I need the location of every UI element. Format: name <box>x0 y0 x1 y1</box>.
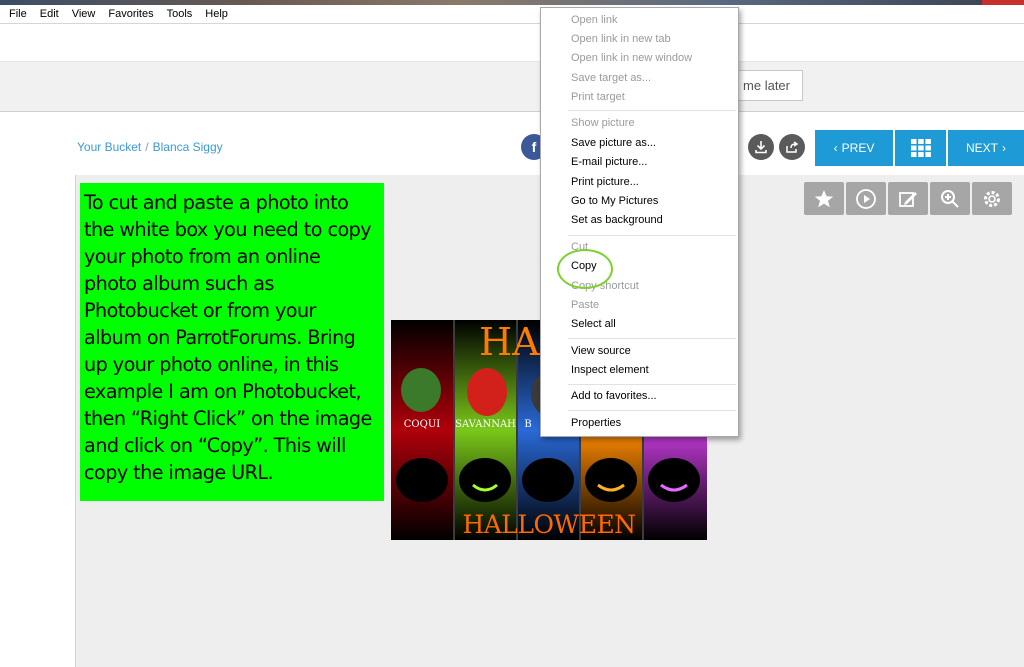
menu-favorites[interactable]: Favorites <box>108 8 153 20</box>
star-icon <box>814 189 834 207</box>
edit-button[interactable] <box>888 182 928 215</box>
image-bottom-title: HALLOWEEN <box>462 510 636 539</box>
next-button[interactable]: NEXT › <box>948 130 1024 166</box>
menu-item-save-target: Save target as... <box>571 72 652 84</box>
note-line: example I am on Photobucket, <box>84 380 362 403</box>
image-name-label: SAVANNAH <box>455 419 516 430</box>
download-icon <box>755 141 767 154</box>
menu-item-show-picture: Show picture <box>571 117 635 129</box>
breadcrumb: Your Bucket / Blanca Siggy <box>77 140 223 154</box>
next-label: NEXT <box>965 141 998 155</box>
menu-separator <box>568 410 736 411</box>
breadcrumb-root-link[interactable]: Your Bucket <box>77 140 141 154</box>
menu-item-go-to-my-pictures[interactable]: Go to My Pictures <box>571 195 658 207</box>
menu-item-print-target: Print target <box>571 91 625 103</box>
note-line: Photobucket or from your <box>84 299 316 322</box>
menu-file[interactable]: File <box>9 8 27 20</box>
menu-separator <box>568 338 736 339</box>
note-line: photo album such as <box>84 272 274 295</box>
slideshow-button[interactable] <box>846 182 886 215</box>
menu-item-open-link: Open link <box>571 14 618 26</box>
menu-item-set-as-background[interactable]: Set as background <box>571 214 663 226</box>
menu-item-email-picture[interactable]: E-mail picture... <box>571 156 647 168</box>
image-title-partial: HA <box>479 320 540 364</box>
prev-button[interactable]: ‹ PREV <box>815 130 893 166</box>
edit-icon <box>899 191 917 207</box>
menu-separator <box>568 110 736 111</box>
favorite-button[interactable] <box>804 182 844 215</box>
instruction-text: To cut and paste a photo into the white … <box>84 189 380 486</box>
menu-item-select-all[interactable]: Select all <box>571 318 616 330</box>
menu-item-paste: Paste <box>571 299 600 311</box>
chevron-right-icon: › <box>1002 141 1006 155</box>
menu-item-properties[interactable]: Properties <box>571 417 621 429</box>
notification-banner <box>0 62 1024 112</box>
note-line: your photo from an online <box>84 245 321 268</box>
share-button[interactable] <box>779 134 805 160</box>
zoom-icon <box>941 189 959 208</box>
grid-icon <box>910 139 931 157</box>
chevron-left-icon: ‹ <box>833 141 838 155</box>
copy-highlight-circle <box>557 249 613 289</box>
prev-label: PREV <box>841 141 875 155</box>
note-line: copy the image URL. <box>84 461 274 484</box>
site-header <box>0 25 1024 62</box>
settings-button[interactable] <box>972 182 1012 215</box>
menu-edit[interactable]: Edit <box>40 8 59 20</box>
note-line: and click on “Copy”. This will <box>84 434 346 457</box>
zoom-button[interactable] <box>930 182 970 215</box>
menu-tools[interactable]: Tools <box>167 8 193 20</box>
share-icon <box>786 141 799 153</box>
image-name-label: B <box>524 419 532 430</box>
note-line: To cut and paste a photo into <box>84 191 349 214</box>
menu-item-print-picture[interactable]: Print picture... <box>571 176 639 188</box>
menu-item-save-picture[interactable]: Save picture as... <box>571 137 656 149</box>
menu-item-inspect-element[interactable]: Inspect element <box>571 364 649 376</box>
breadcrumb-current-link[interactable]: Blanca Siggy <box>153 140 223 154</box>
menu-bar: File Edit View Favorites Tools Help <box>0 5 1024 24</box>
gear-icon <box>984 190 1000 207</box>
note-line: then “Right Click” on the image <box>84 407 372 430</box>
menu-item-open-link-new-window: Open link in new window <box>571 52 693 64</box>
menu-separator <box>568 235 736 236</box>
menu-item-add-to-favorites[interactable]: Add to favorites... <box>571 390 657 402</box>
image-name-label: COQUI <box>403 419 441 430</box>
note-line: album on ParrotForums. Bring <box>84 326 356 349</box>
grid-view-button[interactable] <box>895 130 946 166</box>
menu-separator <box>568 384 736 385</box>
menu-item-open-link-new-tab: Open link in new tab <box>571 33 671 45</box>
download-button[interactable] <box>748 134 774 160</box>
note-line: the white box you need to copy <box>84 218 372 241</box>
play-icon <box>856 188 876 209</box>
menu-view[interactable]: View <box>72 8 96 20</box>
menu-help[interactable]: Help <box>205 8 228 20</box>
instruction-note: To cut and paste a photo into the white … <box>80 183 384 501</box>
facebook-icon: f <box>531 139 537 155</box>
note-line: up your photo online, in this <box>84 353 339 376</box>
breadcrumb-separator: / <box>145 140 149 154</box>
menu-item-view-source[interactable]: View source <box>571 345 631 357</box>
